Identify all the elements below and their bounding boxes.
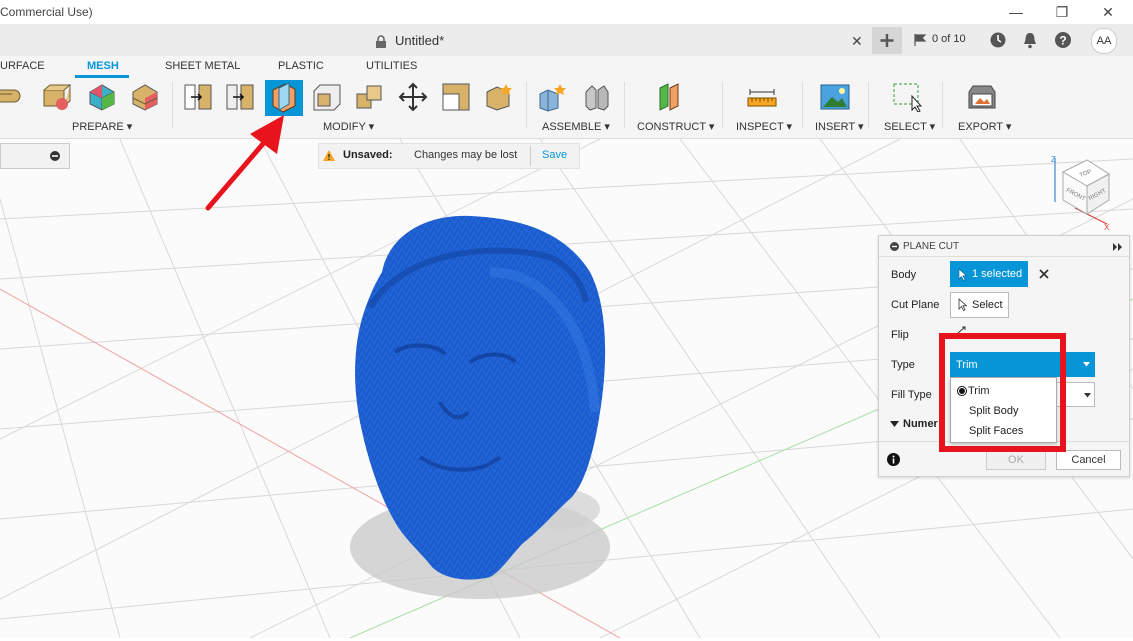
info-icon[interactable] — [887, 453, 900, 466]
unsaved-label: Unsaved: — [343, 149, 393, 161]
combine-face-groups-icon[interactable] — [130, 82, 160, 112]
expand-icon[interactable] — [1113, 243, 1123, 251]
annotation-highlight-box — [939, 333, 1066, 452]
remove-icon[interactable] — [225, 82, 255, 112]
dialog-title: PLANE CUT — [903, 241, 960, 252]
body-selection-value: 1 selected — [972, 268, 1023, 280]
cursor-icon — [958, 298, 967, 311]
shell-icon[interactable] — [312, 82, 342, 112]
lock-icon — [376, 35, 386, 48]
ok-button[interactable]: OK — [986, 450, 1046, 470]
cancel-button[interactable]: Cancel — [1056, 450, 1121, 470]
window-title-bar: Commercial Use) — ❐ ✕ — [0, 0, 1133, 24]
offset-plane-icon[interactable] — [656, 82, 686, 112]
move-icon[interactable] — [398, 82, 428, 112]
fill-type-label: Fill Type — [891, 389, 932, 401]
annotation-arrow — [205, 115, 284, 211]
remesh-icon[interactable] — [42, 82, 72, 112]
type-label: Type — [891, 359, 915, 371]
body-selection-chip[interactable]: 1 selected — [950, 261, 1028, 287]
inspect-menu[interactable]: INSPECT ▾ — [736, 120, 792, 133]
insert-menu[interactable]: INSERT ▾ — [815, 120, 864, 133]
job-status-icon[interactable] — [913, 32, 929, 48]
measure-icon[interactable] — [747, 82, 777, 112]
cursor-icon — [958, 268, 967, 281]
reverse-normal-icon[interactable] — [183, 82, 213, 112]
cut-plane-label: Cut Plane — [891, 299, 940, 311]
divider — [530, 146, 531, 166]
clear-selection-icon[interactable] — [1039, 269, 1049, 279]
numeric-section-label[interactable]: Numer — [903, 418, 938, 430]
cut-plane-select-label: Select — [972, 299, 1003, 311]
job-count[interactable]: 0 of 10 — [932, 33, 966, 45]
export-icon[interactable] — [967, 82, 997, 112]
modify-menu[interactable]: MODIFY ▾ — [323, 120, 374, 133]
clock-icon[interactable] — [989, 31, 1007, 49]
svg-text:?: ? — [1059, 34, 1066, 48]
window-title: Commercial Use) — [0, 5, 93, 19]
expand-section-icon[interactable] — [890, 421, 899, 428]
unsaved-notification: Unsaved: Changes may be lost Save — [318, 143, 580, 169]
assemble-menu[interactable]: ASSEMBLE ▾ — [542, 120, 610, 133]
scale-icon[interactable] — [441, 82, 471, 112]
save-link[interactable]: Save — [542, 149, 567, 161]
window-select-icon[interactable] — [892, 82, 922, 112]
tab-utilities[interactable]: UTILITIES — [366, 60, 417, 72]
bell-icon[interactable] — [1022, 31, 1038, 49]
warning-icon — [323, 150, 335, 161]
export-menu[interactable]: EXPORT ▾ — [958, 120, 1011, 133]
select-menu[interactable]: SELECT ▾ — [884, 120, 935, 133]
tab-plastic[interactable]: PLASTIC — [278, 60, 324, 72]
view-cube[interactable]: TOP FRONT RIGHT Z X — [1045, 152, 1115, 232]
unsaved-message: Changes may be lost — [414, 149, 518, 161]
cut-plane-select-button[interactable]: Select — [950, 292, 1009, 318]
joint-icon[interactable] — [582, 82, 612, 112]
chevron-down-icon — [1084, 393, 1091, 398]
construct-menu[interactable]: CONSTRUCT ▾ — [637, 120, 714, 133]
avatar[interactable]: AA — [1091, 28, 1117, 54]
generate-face-groups-icon[interactable] — [87, 82, 117, 112]
chevron-down-icon — [1083, 362, 1090, 367]
x-axis-label: X — [1104, 223, 1110, 232]
minimize-button[interactable]: — — [1006, 2, 1026, 22]
new-component-icon[interactable] — [538, 82, 568, 112]
document-title[interactable]: Untitled* — [395, 33, 444, 48]
browser-panel[interactable] — [0, 143, 70, 169]
help-icon[interactable]: ? — [1054, 31, 1072, 49]
prepare-menu[interactable]: PREPARE ▾ — [72, 120, 132, 133]
collapse-icon[interactable] — [49, 150, 61, 162]
tab-surface[interactable]: URFACE — [0, 60, 45, 72]
collapse-icon[interactable] — [890, 242, 899, 251]
body-label: Body — [891, 269, 917, 281]
active-tab-underline — [75, 75, 129, 78]
combine-bodies-icon[interactable] — [355, 82, 385, 112]
z-axis-label: Z — [1051, 155, 1056, 164]
tab-sheet-metal[interactable]: SHEET METAL — [165, 60, 240, 72]
flip-label: Flip — [891, 329, 909, 341]
mesh-tessellate-icon[interactable] — [0, 82, 30, 112]
convert-mesh-icon[interactable] — [484, 82, 514, 112]
close-document-button[interactable]: ✕ — [851, 33, 863, 50]
dialog-header: PLANE CUT — [879, 236, 1129, 257]
tab-mesh[interactable]: MESH — [87, 60, 119, 72]
insert-image-icon[interactable] — [820, 82, 850, 112]
new-tab-button[interactable] — [872, 27, 902, 54]
mesh-head-model[interactable] — [350, 212, 610, 587]
plus-icon — [880, 34, 894, 47]
close-window-button[interactable]: ✕ — [1098, 2, 1118, 22]
restore-button[interactable]: ❐ — [1052, 2, 1072, 22]
